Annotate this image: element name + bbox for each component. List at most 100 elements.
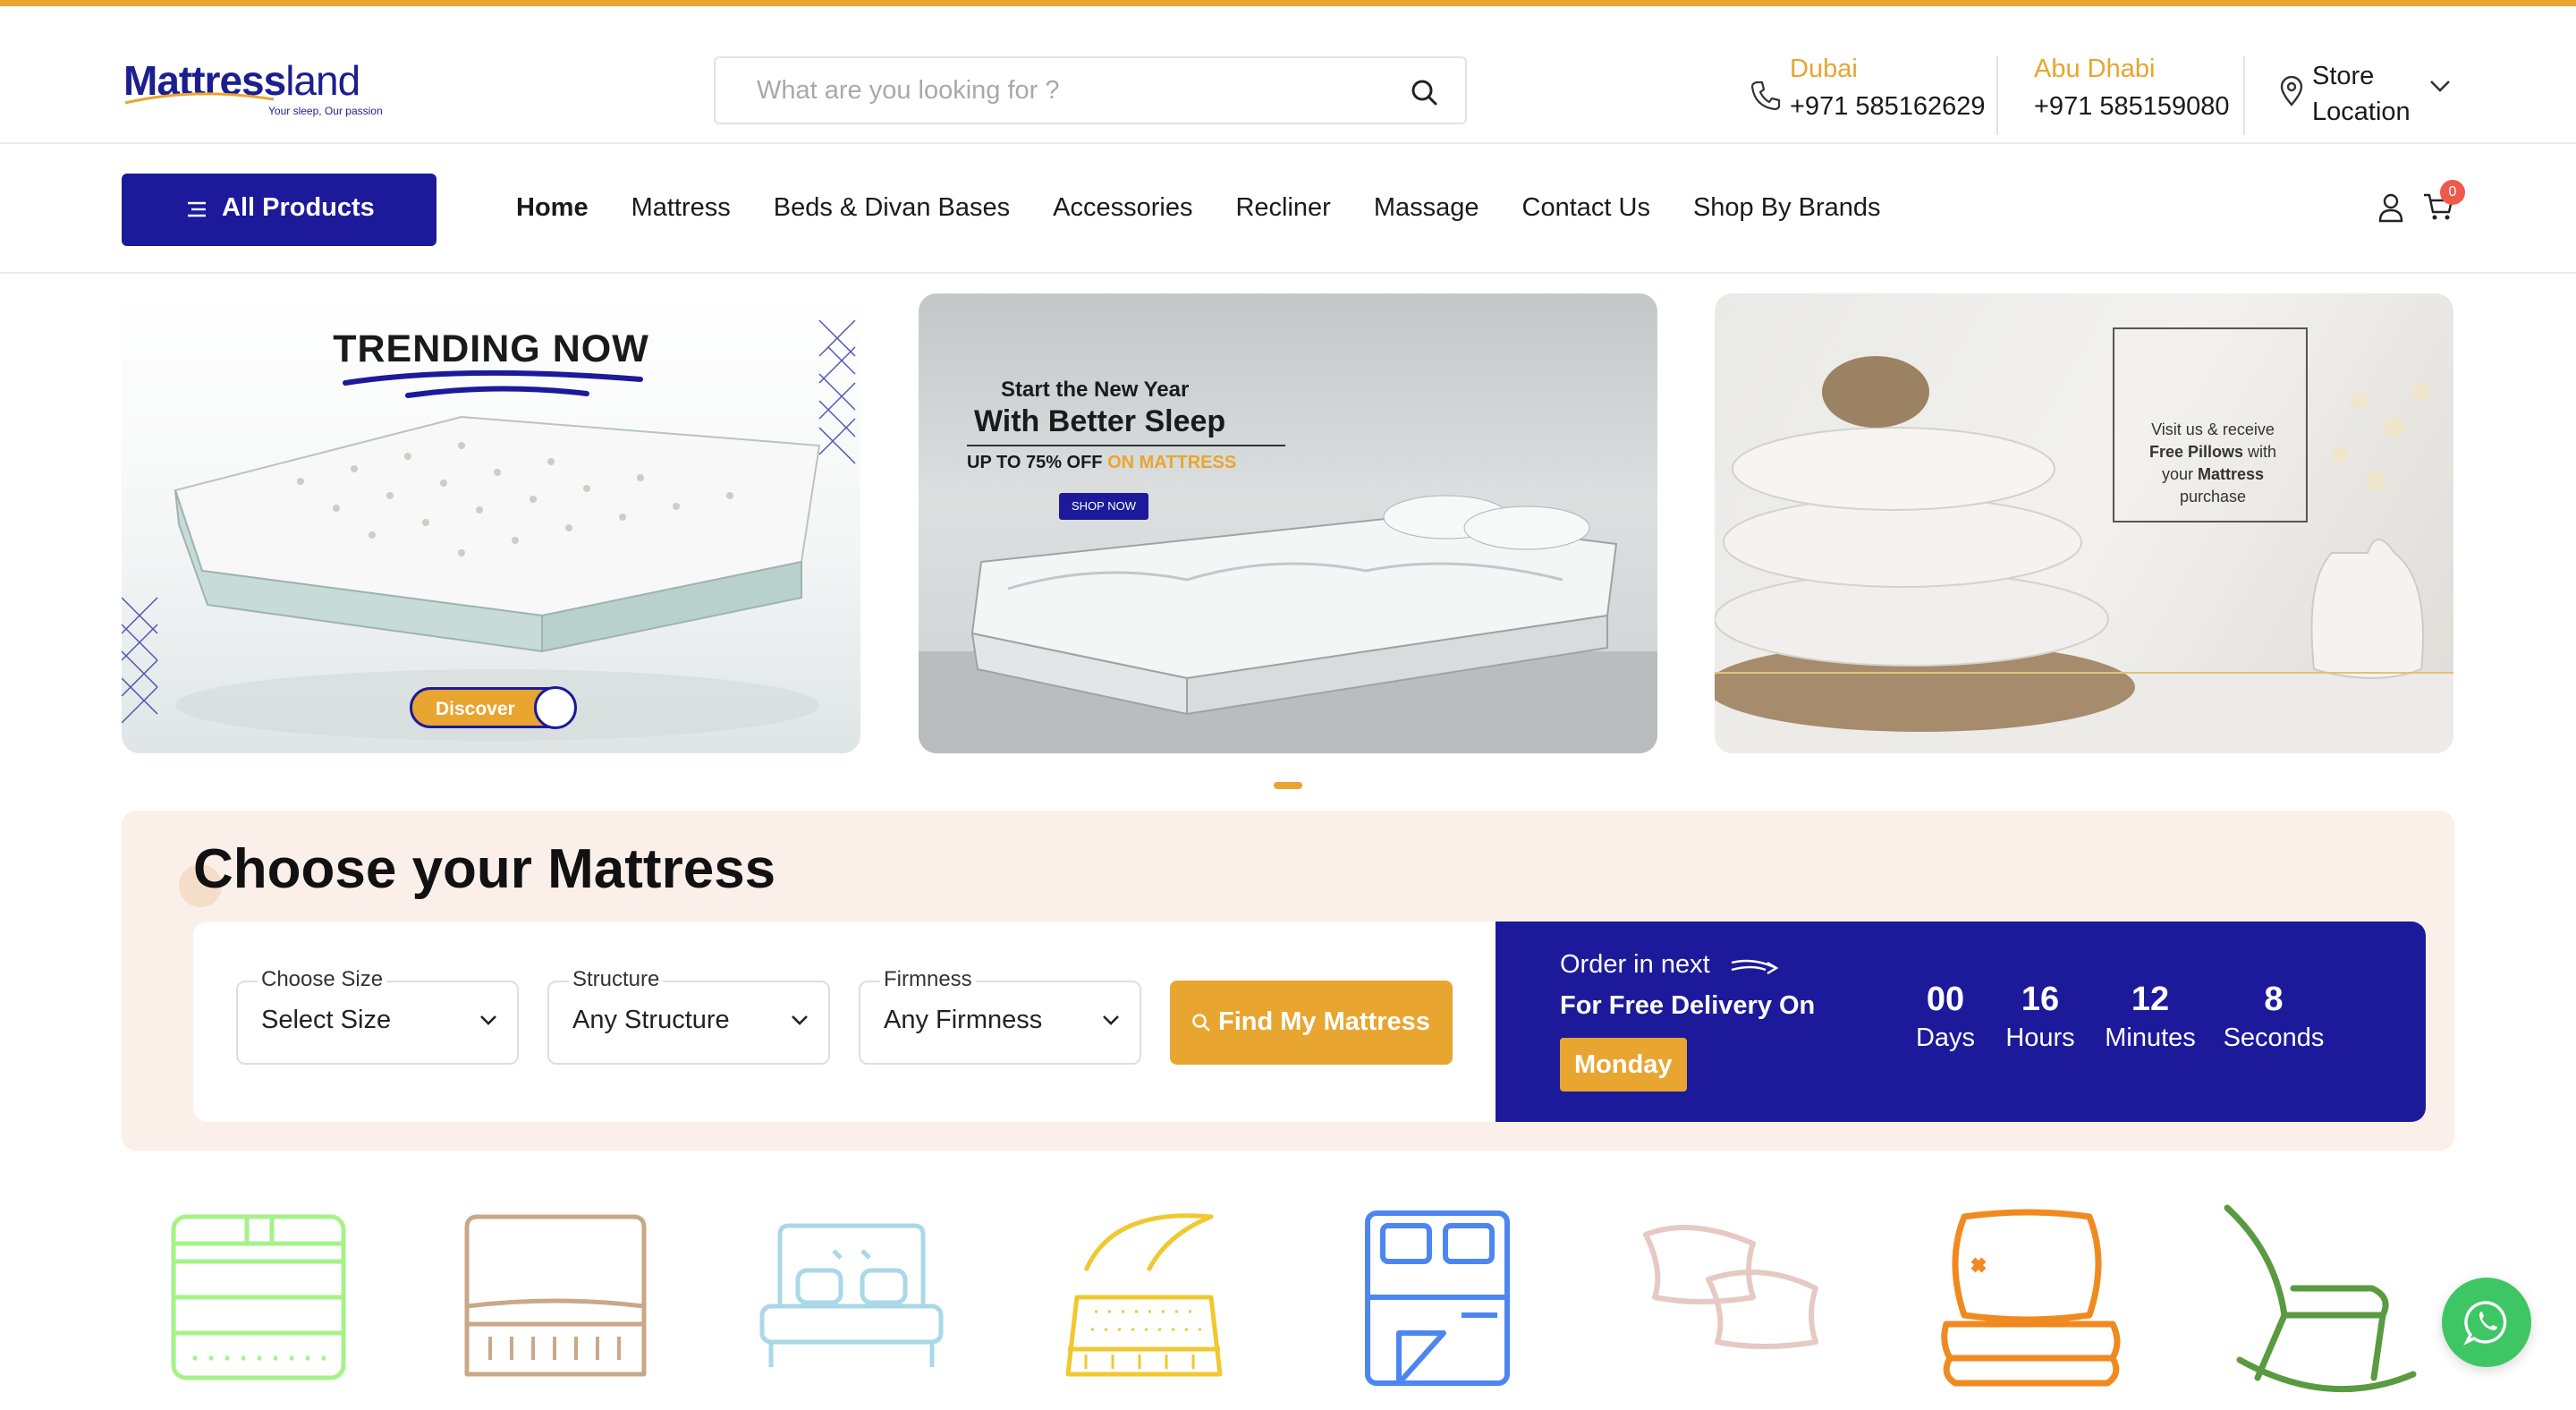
chevron-down-icon [792, 1015, 808, 1025]
banner-trending-now[interactable]: TRENDING NOW Discover [122, 293, 860, 753]
promo-line2: with [2243, 443, 2277, 461]
countdown-value: 16 [2021, 981, 2060, 1018]
headboard-bed-icon [759, 1223, 944, 1367]
countdown-unit: Seconds [2223, 1024, 2325, 1052]
promo-highlight: Free Pillows [2148, 443, 2244, 461]
cart-count-badge: 0 [2440, 180, 2465, 205]
search-input[interactable] [757, 58, 1383, 123]
whatsapp-icon [2463, 1301, 2507, 1346]
discover-button[interactable]: Discover [410, 686, 577, 729]
field-value: Any Firmness [884, 1006, 1043, 1034]
contact-city: Abu Dhabi [2034, 55, 2156, 83]
category-mattress[interactable] [458, 1199, 655, 1410]
location-pin-icon [2280, 76, 2303, 106]
field-value: Any Structure [572, 1006, 730, 1034]
user-account-icon[interactable] [2377, 192, 2404, 223]
whatsapp-chat-button[interactable] [2442, 1278, 2531, 1367]
divider [2243, 56, 2245, 135]
countdown-unit: Hours [2005, 1024, 2075, 1052]
category-pillows[interactable] [1637, 1199, 1834, 1410]
divider [967, 445, 1285, 446]
menu-icon [188, 201, 206, 217]
structure-select[interactable]: Structure Any Structure [547, 967, 830, 1065]
all-products-label: All Products [222, 193, 375, 222]
promo-highlight: Mattress [2198, 465, 2265, 483]
field-label: Structure [569, 967, 664, 992]
contact-phone[interactable]: +971 585159080 [2034, 89, 2230, 124]
phone-icon [1750, 81, 1781, 111]
delivery-day-badge: Monday [1560, 1038, 1687, 1091]
free-pillows-promo-box: Visit us & receive Free Pillows with you… [2113, 327, 2308, 522]
category-cushions[interactable] [1937, 1199, 2134, 1410]
banner-discount-highlight: ON MATTRESS [1107, 453, 1237, 472]
brand-logo[interactable]: Mattressland Your sleep, Our passion [123, 60, 401, 123]
category-beds[interactable] [166, 1199, 363, 1410]
free-delivery-text: For Free Delivery On [1560, 991, 1816, 1020]
countdown-value: 00 [1926, 981, 1965, 1018]
mattress-icon [464, 1214, 647, 1377]
rocking-chair-icon [2224, 1204, 2417, 1393]
promo-line4: purchase [2179, 488, 2247, 505]
chevron-down-icon [1103, 1015, 1119, 1025]
cushion-icon [1941, 1209, 2121, 1387]
promo-text: Visit us & receive Free Pillows with you… [2114, 419, 2311, 508]
chevron-down-icon [2430, 81, 2450, 92]
top-accent-bar [0, 0, 2576, 6]
nav-item-contact-us[interactable]: Contact Us [1522, 193, 1650, 223]
store-location-dropdown[interactable]: Store Location [2279, 58, 2458, 135]
carousel-indicator[interactable] [1274, 782, 1302, 789]
contact-abu-dhabi: Abu Dhabi +971 585159080 [2034, 53, 2230, 124]
banner-line1: Start the New Year [1001, 378, 1190, 402]
nav-item-recliner[interactable]: Recliner [1235, 193, 1330, 223]
search-icon[interactable] [1410, 78, 1438, 106]
countdown-unit: Days [1915, 1024, 1976, 1052]
category-recliners[interactable] [2222, 1199, 2419, 1410]
category-bed-linen[interactable] [1363, 1199, 1560, 1410]
logo-swoosh-icon [124, 92, 275, 105]
search-bar [714, 56, 1467, 124]
contact-city: Dubai [1790, 55, 1858, 83]
nav-item-shop-by-brands[interactable]: Shop By Brands [1693, 193, 1881, 223]
pillows-illustration [1715, 356, 2453, 753]
category-bed-frames[interactable] [753, 1199, 950, 1410]
nav-item-beds-divan-bases[interactable]: Beds & Divan Bases [774, 193, 1010, 223]
site-header: Mattressland Your sleep, Our passion Dub… [0, 6, 2576, 144]
field-label: Choose Size [258, 967, 387, 992]
section-title: Choose your Mattress [193, 838, 776, 900]
store-location-label: Store Location [2312, 58, 2411, 130]
countdown-hours: 16 Hours [2000, 979, 2080, 1056]
contact-phone[interactable]: +971 585162629 [1790, 89, 1986, 124]
banner-title: TRENDING NOW [333, 327, 649, 370]
nav-item-home[interactable]: Home [516, 193, 589, 223]
countdown-days: 00 Days [1905, 979, 1986, 1056]
banner-line2: With Better Sleep [974, 404, 1226, 438]
countdown-seconds: 8 Seconds [2220, 979, 2327, 1056]
size-select[interactable]: Choose Size Select Size [236, 967, 519, 1065]
category-toppers[interactable] [1059, 1199, 1256, 1410]
find-my-mattress-button[interactable]: Find My Mattress [1170, 981, 1453, 1065]
search-icon [1192, 1014, 1210, 1032]
banner-new-year-sale[interactable]: Start the New Year With Better Sleep UP … [919, 293, 1657, 753]
banner-line3: UP TO 75% OFF ON MATTRESS [967, 453, 1236, 473]
nav-item-mattress[interactable]: Mattress [631, 193, 731, 223]
promo-line1: Visit us & receive [2151, 420, 2275, 438]
logo-thin-text: land [285, 57, 360, 104]
field-label: Firmness [880, 967, 976, 992]
firmness-select[interactable]: Firmness Any Firmness [859, 967, 1141, 1065]
field-value: Select Size [261, 1006, 392, 1034]
order-in-next-text: Order in next [1560, 950, 1710, 979]
nav-item-massage[interactable]: Massage [1374, 193, 1479, 223]
countdown-value: 8 [2264, 981, 2284, 1018]
nav-menu: Home Mattress Beds & Divan Bases Accesso… [516, 193, 1881, 223]
banner-discount-text: UP TO 75% OFF [967, 453, 1108, 472]
topper-icon [1065, 1213, 1223, 1377]
nav-item-accessories[interactable]: Accessories [1053, 193, 1192, 223]
discover-label: Discover [436, 699, 515, 719]
promo-line3: your [2161, 465, 2198, 483]
shop-now-button[interactable]: SHOP NOW [1059, 493, 1148, 520]
banner-free-pillows[interactable]: Visit us & receive Free Pillows with you… [1715, 293, 2453, 753]
bed-illustration [919, 495, 1657, 753]
chevron-down-icon [480, 1015, 496, 1025]
divider [1996, 56, 1998, 135]
all-products-button[interactable]: All Products [122, 174, 436, 246]
